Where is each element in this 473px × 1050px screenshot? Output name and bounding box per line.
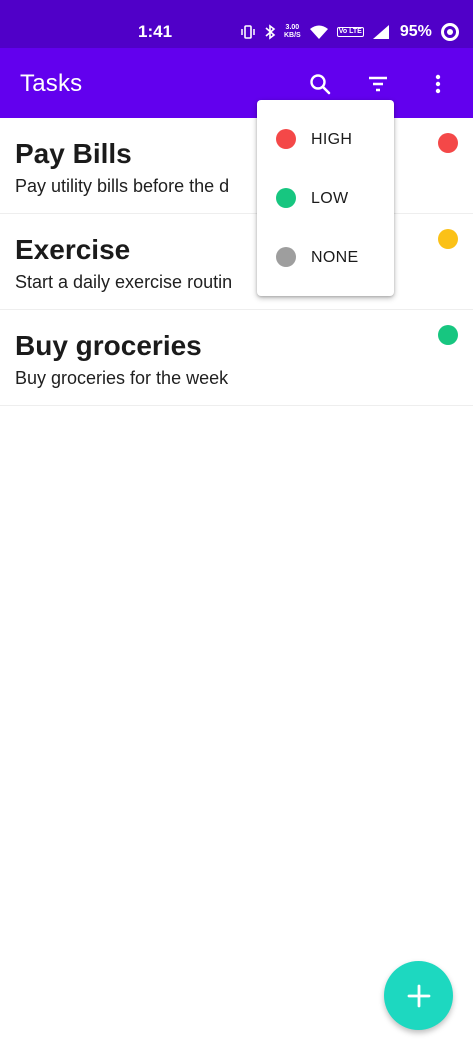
network-speed-unit: KB/S [284,32,301,39]
filter-button[interactable] [362,68,394,100]
battery-percent: 95% [399,23,432,40]
priority-filter-menu: HIGH LOW NONE [257,100,394,296]
search-icon [310,74,331,95]
menu-item-low[interactable]: LOW [257,169,394,228]
filter-icon [369,76,387,92]
status-bar: 1:41 3.00 KB/S Vo LTE 95% [0,0,473,48]
task-row[interactable]: Exercise Start a daily exercise routin [0,214,473,310]
app-title: Tasks [20,70,83,97]
priority-low-dot [276,188,296,208]
battery-ring-icon [440,22,460,42]
priority-indicator [438,133,458,153]
menu-item-label: LOW [311,190,349,207]
status-time: 1:41 [138,22,173,41]
menu-item-label: HIGH [311,131,353,148]
add-task-button[interactable] [384,961,453,1030]
priority-indicator [438,325,458,345]
task-description: Buy groceries for the week [15,368,229,388]
search-button[interactable] [304,68,336,100]
task-title: Buy groceries [15,330,202,361]
add-icon [407,984,430,1007]
menu-item-label: NONE [311,249,359,266]
more-options-button[interactable] [422,68,454,100]
volte-badge: Vo LTE [336,27,364,37]
task-row[interactable]: Buy groceries Buy groceries for the week [0,310,473,406]
task-list: Pay Bills Pay utility bills before the d… [0,118,473,406]
task-description: Start a daily exercise routin [15,272,233,292]
priority-none-dot [276,247,296,267]
task-title: Pay Bills [15,138,132,169]
status-icons: 3.00 KB/S Vo LTE 95% [240,20,460,44]
more-vert-icon [435,74,441,94]
app-bar: Tasks [0,48,473,118]
network-speed-value: 3.00 [285,24,300,31]
task-row[interactable]: Pay Bills Pay utility bills before the d [0,118,473,214]
priority-indicator [438,229,458,249]
vibrate-icon [240,24,256,40]
cell-signal-icon [372,24,390,40]
task-title: Exercise [15,234,131,265]
wifi-icon [309,24,329,40]
network-speed: 3.00 KB/S [284,24,301,40]
menu-item-none[interactable]: NONE [257,228,394,287]
task-description: Pay utility bills before the d [15,176,230,196]
priority-high-dot [276,129,296,149]
menu-item-high[interactable]: HIGH [257,110,394,169]
tasks-screen: 1:41 3.00 KB/S Vo LTE 95% Tasks Pay Bill… [0,0,473,1050]
bluetooth-icon [264,24,276,40]
